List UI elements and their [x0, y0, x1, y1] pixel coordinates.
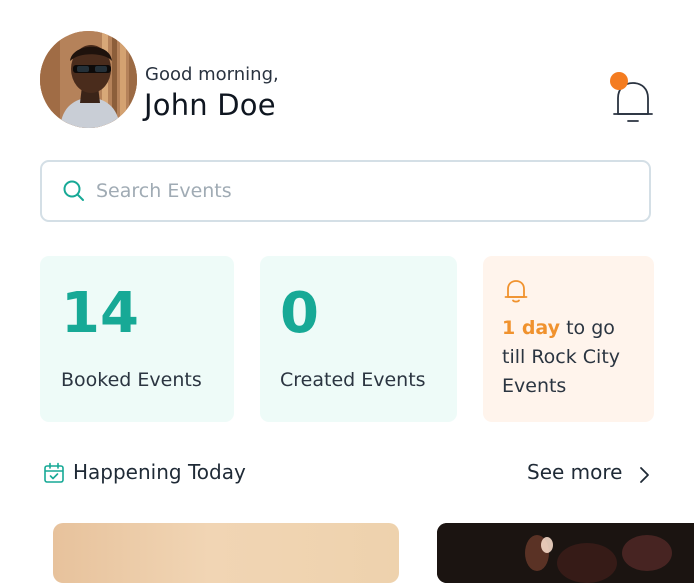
booked-events-card[interactable]: 14 Booked Events — [40, 256, 234, 422]
section-title: Happening Today — [73, 460, 246, 484]
user-name: John Doe — [144, 88, 276, 122]
reminder-highlight: 1 day — [502, 317, 561, 339]
booked-events-count: 14 — [61, 281, 139, 346]
booked-events-label: Booked Events — [61, 369, 202, 391]
see-more-link[interactable]: See more — [527, 460, 622, 484]
greeting-text: Good morning, — [145, 64, 279, 85]
chevron-right-icon[interactable] — [637, 465, 651, 485]
calendar-check-icon — [44, 462, 64, 483]
event-card-image[interactable] — [53, 523, 399, 583]
search-bar[interactable] — [40, 160, 651, 222]
user-avatar-image — [40, 31, 137, 128]
notification-dot — [610, 72, 628, 90]
bell-icon — [610, 72, 653, 122]
bell-icon — [504, 280, 528, 303]
event-photo — [437, 523, 694, 583]
search-input[interactable] — [94, 179, 638, 203]
created-events-count: 0 — [280, 281, 319, 346]
created-events-label: Created Events — [280, 369, 426, 391]
event-reminder-card[interactable]: 1 day to go till Rock City Events — [483, 256, 654, 422]
notifications-button[interactable] — [604, 70, 660, 126]
search-icon — [63, 180, 84, 201]
reminder-text: 1 day to go till Rock City Events — [502, 314, 642, 401]
created-events-card[interactable]: 0 Created Events — [260, 256, 457, 422]
event-card-image[interactable] — [437, 523, 694, 583]
avatar[interactable] — [40, 31, 137, 128]
